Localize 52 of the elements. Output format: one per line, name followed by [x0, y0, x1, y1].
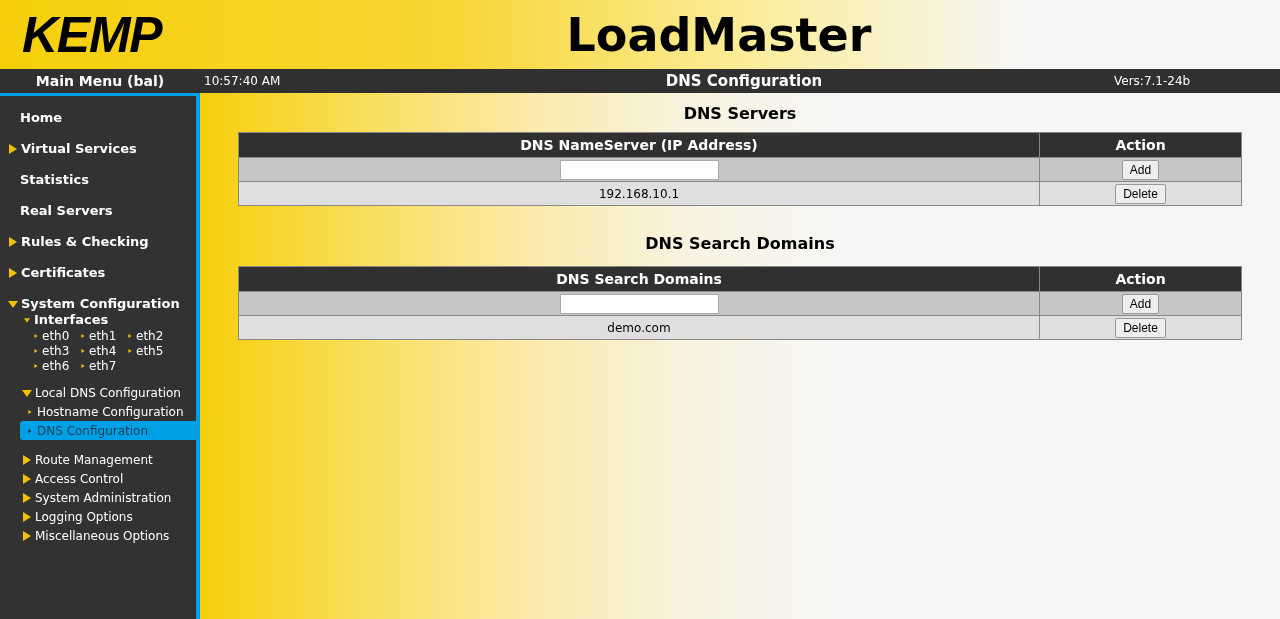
interface-link[interactable]: eth0: [34, 328, 81, 343]
caret-right-icon: [128, 332, 132, 339]
caret-right-icon: [28, 427, 32, 434]
interface-link[interactable]: eth1: [81, 328, 128, 343]
caret-right-icon: [81, 332, 85, 339]
menu-item[interactable]: System Administration: [35, 488, 172, 507]
interface-link[interactable]: eth6: [34, 358, 81, 373]
menu-item[interactable]: Real Servers: [20, 200, 113, 221]
caret-right-icon: [28, 408, 32, 415]
menu-item[interactable]: Access Control: [35, 469, 124, 488]
kemp-logo: KEMP: [22, 9, 162, 60]
caret-right-icon: [128, 347, 132, 354]
submenu-item[interactable]: Hostname Configuration: [20, 402, 196, 421]
table-cell: 192.168.10.1: [238, 181, 1040, 206]
app-title: LoadMaster: [566, 11, 872, 58]
menu-item[interactable]: Statistics: [20, 169, 89, 190]
interface-link[interactable]: eth5: [128, 343, 175, 358]
caret-right-icon: [34, 362, 38, 369]
caret-right-icon: [34, 347, 38, 354]
menu-item[interactable]: Route Management: [35, 450, 153, 469]
main-menu-title: Main Menu (bal): [34, 71, 166, 91]
delete-button[interactable]: Delete: [1115, 317, 1166, 338]
menu-item[interactable]: Logging Options: [35, 507, 133, 526]
menu-item[interactable]: Miscellaneous Options: [35, 526, 170, 545]
clock-time: 10:57:40 AM: [204, 73, 282, 90]
input-field[interactable]: [559, 293, 719, 314]
interface-link[interactable]: eth2: [128, 328, 175, 343]
menu-item[interactable]: Virtual Services: [21, 138, 137, 159]
column-header: DNS Search Domains: [238, 266, 1040, 292]
menu-item[interactable]: Rules & Checking: [21, 231, 149, 252]
input-field[interactable]: [559, 159, 719, 180]
caret-right-icon: [34, 332, 38, 339]
caret-right-icon: [81, 362, 85, 369]
interface-link[interactable]: eth3: [34, 343, 81, 358]
version-label: Vers:7.1-24b: [1114, 73, 1191, 90]
delete-button[interactable]: Delete: [1115, 183, 1166, 204]
section-title: DNS Search Domains: [644, 233, 836, 255]
column-header: Action: [1039, 132, 1242, 158]
interface-link[interactable]: eth4: [81, 343, 128, 358]
column-header: Action: [1039, 266, 1242, 292]
menu-item[interactable]: Certificates: [21, 262, 106, 283]
caret-right-icon: [81, 347, 85, 354]
submenu-item[interactable]: DNS Configuration: [20, 421, 196, 440]
menu-item[interactable]: Home: [20, 107, 63, 128]
section-title: DNS Servers: [682, 103, 798, 125]
table-cell: demo.com: [238, 315, 1040, 340]
column-header: DNS NameServer (IP Address): [238, 132, 1040, 158]
add-button[interactable]: Add: [1121, 159, 1160, 180]
add-button[interactable]: Add: [1121, 293, 1160, 314]
page-title: DNS Configuration: [664, 70, 824, 92]
menu-item[interactable]: Local DNS Configuration: [35, 383, 181, 402]
interface-link[interactable]: eth7: [81, 358, 128, 373]
